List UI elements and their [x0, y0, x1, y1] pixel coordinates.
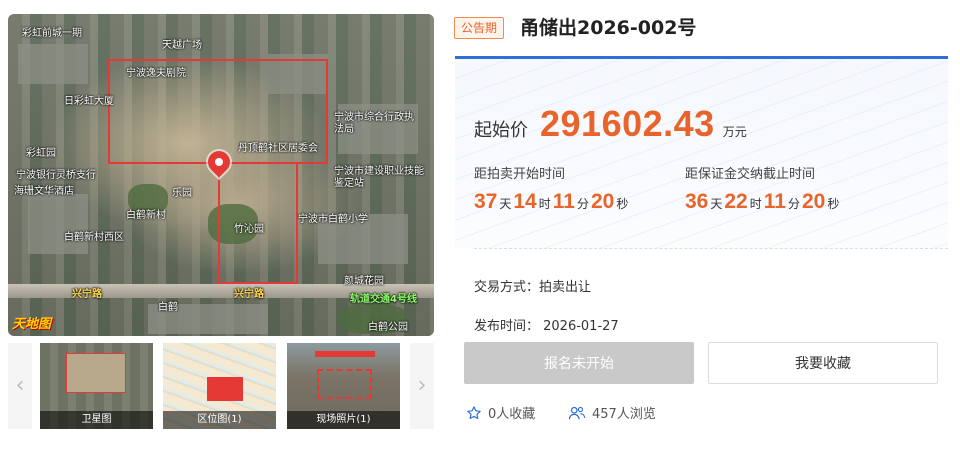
countdown-days: 36	[685, 190, 709, 213]
satellite-map-image[interactable]: 彩虹前城一期 天越广场 宁波逸夫剧院 日彩虹大厦 宁波市综合行政执法局 丹顶鹤社…	[8, 14, 434, 336]
favorite-button[interactable]: 我要收藏	[708, 342, 938, 384]
map-label: 颜城花园	[344, 276, 384, 287]
starting-price: 起始价 291602.43 万元	[474, 103, 747, 145]
users-icon	[568, 405, 586, 421]
views-label: 457人浏览	[592, 407, 656, 422]
favorites-label: 0人收藏	[488, 407, 536, 422]
countdown-minutes: 11	[552, 190, 575, 213]
favorites-count[interactable]: 0人收藏	[466, 403, 535, 422]
views-count: 457人浏览	[568, 403, 656, 422]
next-thumbnail-button[interactable]: ›	[410, 343, 434, 429]
auction-start-countdown: 距拍卖开始时间 37 天 14 时 11 分 20 秒	[474, 163, 630, 214]
thumbnail-location[interactable]: 区位图(1)	[163, 343, 276, 429]
map-label: 竹沁园	[234, 224, 264, 235]
map-label: 宁波市建设职业技能鉴定站	[334, 166, 424, 189]
countdown-days: 37	[474, 190, 498, 213]
map-label: 日彩虹大厦	[64, 96, 114, 107]
map-label: 兴宁路	[72, 289, 102, 300]
countdown-label: 距拍卖开始时间	[474, 167, 566, 182]
map-label: 宁波逸夫剧院	[126, 68, 186, 79]
price-label: 起始价	[474, 120, 528, 141]
trade-method: 交易方式：拍卖出让	[474, 280, 592, 295]
map-label: 天越广场	[162, 40, 202, 51]
map-label: 宁波银行灵桥支行	[16, 170, 96, 181]
map-label: 彩虹园	[26, 148, 56, 159]
price-unit: 万元	[722, 125, 747, 139]
map-label: 白鹤新村	[126, 210, 166, 221]
countdown-label: 距保证金交纳截止时间	[685, 167, 816, 182]
thumbnail-caption: 现场照片(1)	[287, 411, 400, 429]
map-label: 丹顶鹤社区居委会	[238, 143, 318, 154]
status-badge: 公告期	[454, 17, 505, 39]
countdown-hours: 22	[724, 190, 748, 213]
countdown-seconds: 20	[801, 190, 826, 213]
map-label: 白鹤公园	[368, 322, 408, 333]
thumbnail-caption: 区位图(1)	[163, 411, 276, 429]
map-label: 彩虹前城一期	[22, 28, 82, 39]
deposit-deadline-countdown: 距保证金交纳截止时间 36 天 22 时 11 分 20 秒	[685, 163, 841, 214]
publish-time: 发布时间： 2026-01-27	[474, 319, 619, 334]
map-label: 白鹤	[158, 302, 178, 313]
thumbnail-caption: 卫星图	[40, 411, 153, 429]
countdown-seconds: 20	[590, 190, 615, 213]
star-outline-icon	[466, 405, 482, 421]
prev-thumbnail-button[interactable]: ‹	[8, 343, 32, 429]
map-label: 宁波市白鹤小学	[298, 214, 368, 225]
page-title: 甬储出2026-002号	[520, 17, 697, 39]
countdown-hours: 14	[513, 190, 537, 213]
signup-button[interactable]: 报名未开始	[464, 342, 694, 384]
thumbnail-satellite[interactable]: 卫星图	[40, 343, 153, 429]
divider	[474, 248, 948, 249]
map-label: 海珊文华酒店	[14, 186, 74, 197]
map-label: 轨道交通4号线	[350, 294, 417, 305]
price-panel: 起始价 291602.43 万元 距拍卖开始时间 37 天 14 时 11 分 20 秒…	[455, 56, 948, 248]
tianditu-logo: 天地图	[12, 317, 52, 332]
countdown-minutes: 11	[763, 190, 786, 213]
map-label: 白鹤新村西区	[64, 232, 124, 243]
thumbnail-site-photo[interactable]: 现场照片(1)	[287, 343, 400, 429]
map-label: 宁波市综合行政执法局	[334, 112, 414, 135]
map-label: 乐园	[172, 188, 192, 199]
map-label: 兴宁路	[234, 289, 264, 300]
price-value: 291602.43	[540, 103, 715, 144]
